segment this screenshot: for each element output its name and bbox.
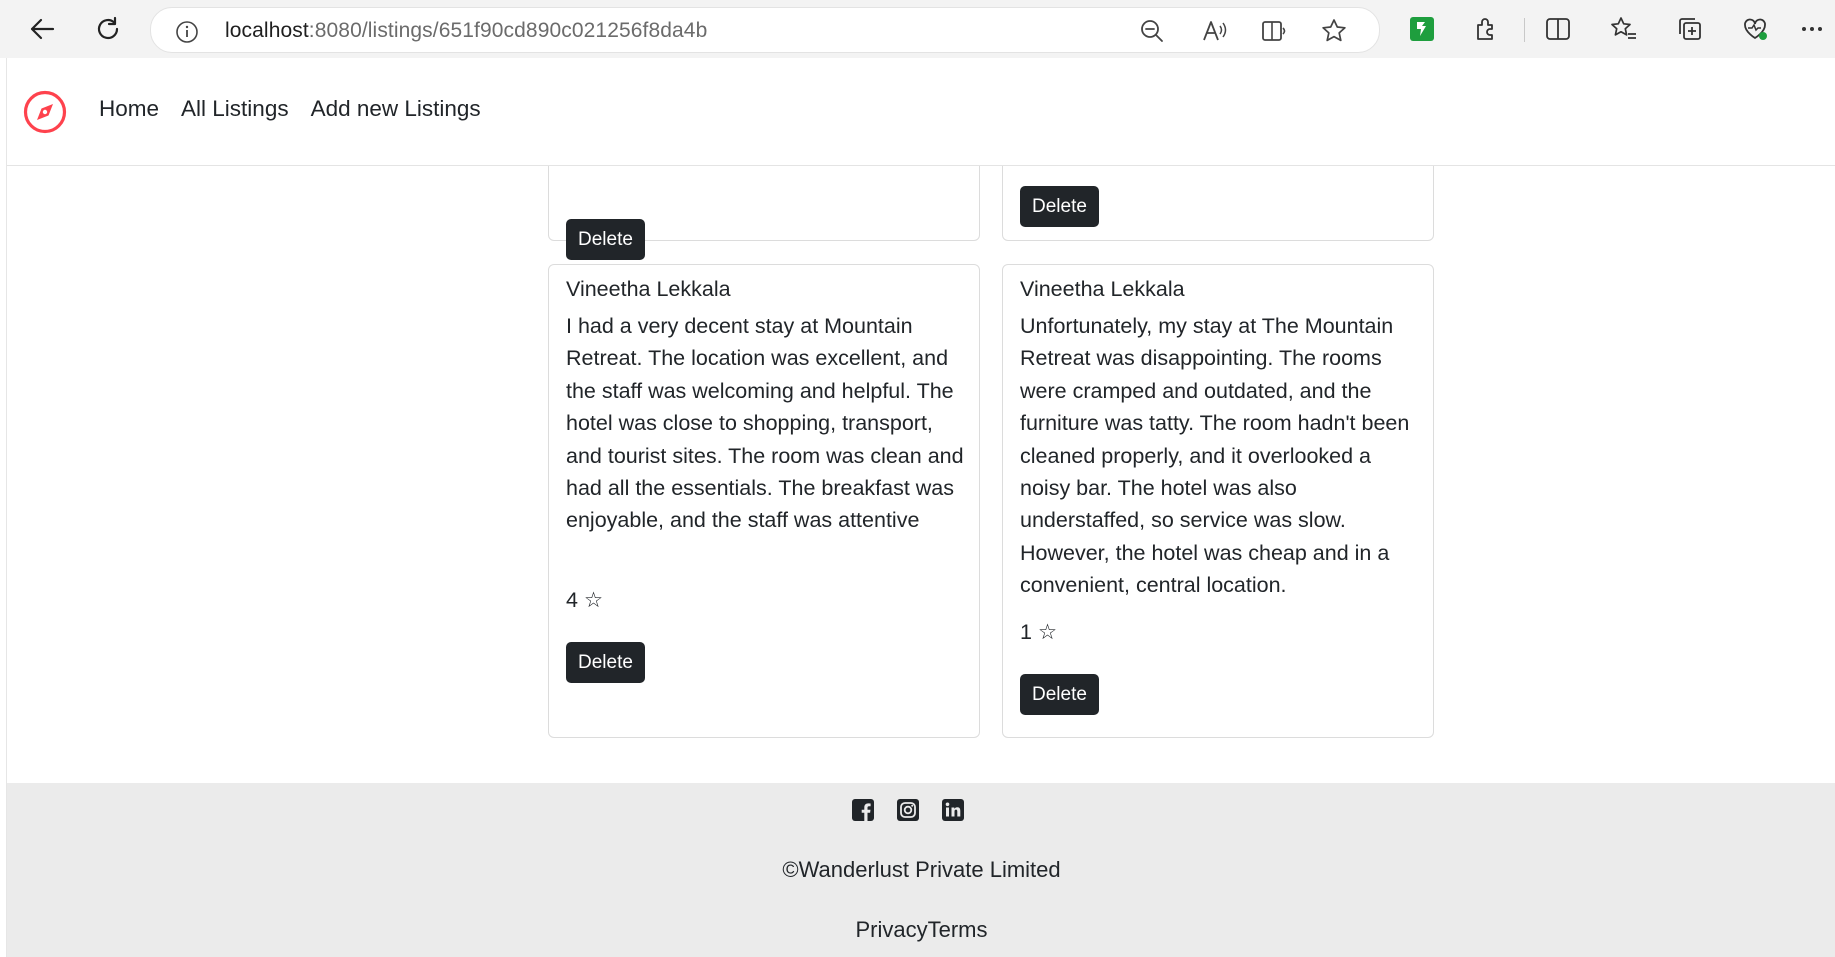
refresh-icon[interactable] (88, 9, 128, 49)
read-aloud-icon[interactable] (1201, 18, 1227, 42)
review-rating: 4 ☆ (566, 588, 604, 612)
social-links (851, 798, 965, 822)
url-host: localhost (225, 19, 309, 42)
facebook-icon[interactable] (851, 798, 875, 822)
favorites-icon[interactable] (1604, 9, 1644, 49)
review-card: Vineetha Lekkala Unfortunately, my stay … (1002, 264, 1434, 738)
url-path: :8080/listings/651f90cd890c021256f8da4b (308, 19, 708, 42)
navbar: Home All Listings Add new Listings (7, 58, 1835, 166)
compass-logo-icon[interactable] (22, 89, 68, 135)
privacy-link[interactable]: Privacy (855, 917, 927, 942)
back-icon[interactable] (22, 9, 62, 49)
address-bar[interactable]: localhost:8080/listings/651f90cd890c0212… (150, 7, 1380, 53)
review-author: Vineetha Lekkala (566, 277, 731, 301)
delete-button[interactable]: Delete (566, 219, 645, 260)
nav-all-listings-link[interactable]: All Listings (181, 96, 289, 122)
review-rating: 1 ☆ (1020, 620, 1058, 644)
review-comment: I had a very decent stay at Mountain Ret… (566, 314, 964, 533)
zoom-out-icon[interactable] (1139, 18, 1163, 42)
nav-home-link[interactable]: Home (99, 96, 159, 122)
toolbar-divider (1524, 18, 1525, 42)
more-options-icon[interactable] (1792, 9, 1832, 49)
site-info-icon[interactable] (175, 20, 198, 43)
review-card: Vineetha Lekkala I had a very decent sta… (548, 264, 980, 738)
footer: ©Wanderlust Private Limited PrivacyTerms (7, 783, 1835, 957)
instagram-icon[interactable] (896, 798, 920, 822)
collections-icon[interactable] (1670, 9, 1710, 49)
review-comment: Unfortunately, my stay at The Mountain R… (1020, 314, 1410, 598)
delete-button[interactable]: Delete (1020, 674, 1099, 715)
footer-copyright: ©Wanderlust Private Limited (782, 857, 1061, 882)
favorite-star-icon[interactable] (1321, 18, 1346, 42)
immersive-reader-icon[interactable] (1261, 18, 1286, 42)
page-viewport: Delete Delete Home All Listings Add new … (6, 58, 1835, 957)
url-text[interactable]: localhost:8080/listings/651f90cd890c0212… (225, 19, 707, 43)
footer-links: PrivacyTerms (7, 917, 1835, 943)
review-author: Vineetha Lekkala (1020, 277, 1185, 301)
browser-toolbar: localhost:8080/listings/651f90cd890c0212… (0, 0, 1835, 58)
extensions-puzzle-icon[interactable] (1466, 9, 1506, 49)
linkedin-icon[interactable] (941, 798, 965, 822)
terms-link[interactable]: Terms (928, 917, 988, 942)
split-screen-icon[interactable] (1538, 9, 1578, 49)
extension-green-icon[interactable] (1402, 9, 1442, 49)
browser-essentials-icon[interactable] (1736, 9, 1776, 49)
delete-button[interactable]: Delete (1020, 186, 1099, 227)
delete-button[interactable]: Delete (566, 642, 645, 683)
nav-links: Home All Listings Add new Listings (99, 96, 503, 122)
nav-add-listing-link[interactable]: Add new Listings (311, 96, 481, 122)
